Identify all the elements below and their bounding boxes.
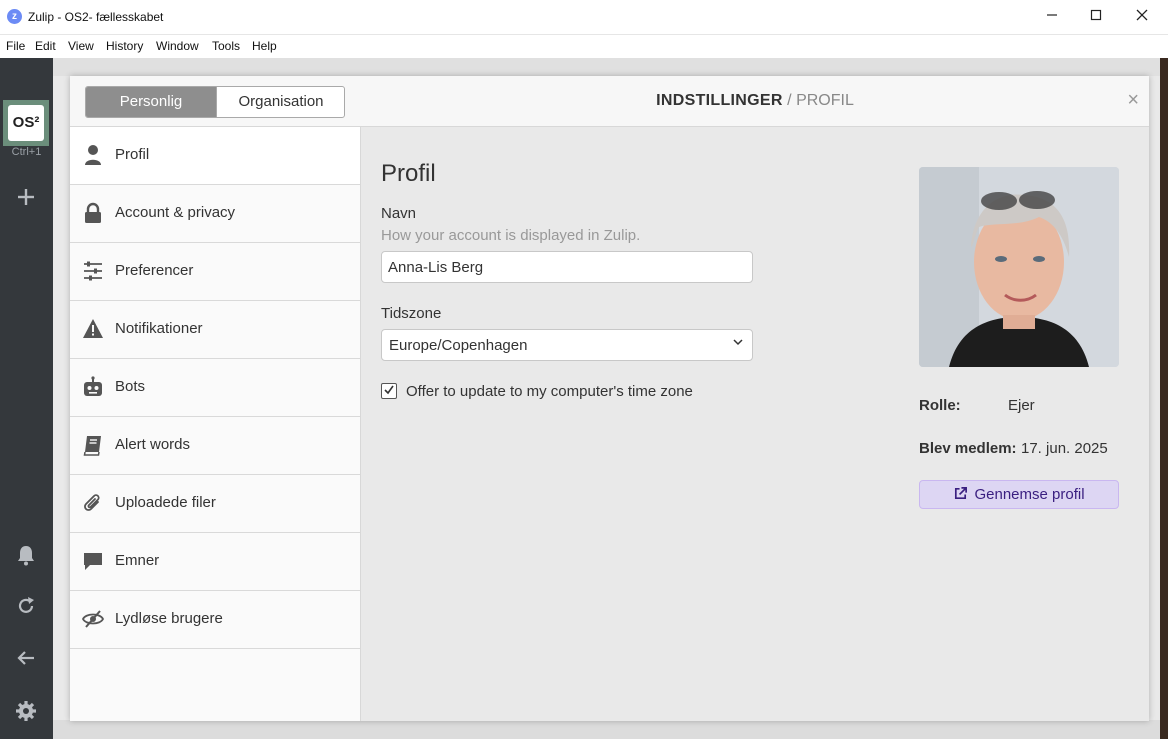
chevron-down-icon: [732, 336, 744, 351]
name-label: Navn: [381, 205, 417, 222]
comment-icon: [84, 553, 102, 570]
warning-icon: [83, 319, 103, 338]
window-title: Zulip - OS2- fællesskabet: [28, 10, 164, 24]
timezone-value: Europe/Copenhagen: [389, 337, 528, 354]
nav-item-lydlose-brugere[interactable]: Lydløse brugere: [70, 591, 360, 649]
modal-header: Personlig Organisation INDSTILLINGER / P…: [70, 76, 1149, 127]
book-icon: [83, 436, 101, 456]
nav-item-uploadede-filer[interactable]: Uploadede filer: [70, 475, 360, 533]
maximize-button[interactable]: [1074, 6, 1118, 28]
view-profile-label: Gennemse profil: [974, 486, 1085, 503]
menu-window[interactable]: Window: [156, 39, 199, 53]
settings-tab-switcher: Personlig Organisation: [85, 86, 345, 118]
minimize-button[interactable]: [1030, 6, 1074, 28]
nav-item-label: Emner: [115, 552, 160, 569]
plus-icon[interactable]: [14, 187, 38, 211]
modal-title-main: INDSTILLINGER: [656, 92, 783, 109]
window-titlebar: z Zulip - OS2- fællesskabet: [0, 0, 1168, 35]
modal-title-separator: /: [782, 92, 797, 109]
back-arrow-icon[interactable]: [14, 648, 38, 672]
menu-history[interactable]: History: [106, 39, 143, 53]
settings-modal: Personlig Organisation INDSTILLINGER / P…: [70, 76, 1149, 721]
menu-view[interactable]: View: [68, 39, 94, 53]
sliders-icon: [84, 261, 102, 281]
nav-item-label: Preferencer: [115, 262, 194, 279]
lock-icon: [85, 202, 101, 223]
org-logo: OS²: [8, 105, 44, 141]
external-link-icon: [955, 487, 968, 500]
user-icon: [85, 145, 101, 165]
close-window-button[interactable]: [1120, 6, 1164, 28]
gear-icon[interactable]: [14, 700, 38, 724]
joined-label: Blev medlem:: [919, 440, 1017, 457]
paperclip-icon: [84, 494, 100, 511]
menu-tools[interactable]: Tools: [212, 39, 240, 53]
nav-item-alert-words[interactable]: Alert words: [70, 417, 360, 475]
nav-item-label: Account & privacy: [115, 204, 236, 221]
settings-nav: Profil Account & privacy Preferencer Not…: [70, 127, 361, 721]
nav-item-notifikationer[interactable]: Notifikationer: [70, 301, 360, 359]
background-app-footer: [53, 720, 1168, 739]
close-icon: [1136, 9, 1148, 21]
org-shortcut-label: Ctrl+1: [11, 146, 42, 158]
role-label: Rolle:: [919, 397, 961, 414]
timezone-auto-update-label[interactable]: Offer to update to my computer's time zo…: [406, 383, 693, 400]
bell-icon[interactable]: [14, 544, 38, 568]
nav-item-label: Profil: [115, 146, 150, 163]
menu-help[interactable]: Help: [252, 39, 277, 53]
timezone-select[interactable]: Europe/Copenhagen: [381, 329, 753, 361]
nav-item-emner[interactable]: Emner: [70, 533, 360, 591]
role-value: Ejer: [1008, 397, 1035, 414]
tab-organisation[interactable]: Organisation: [216, 87, 344, 117]
nav-item-label: Uploadede filer: [115, 494, 216, 511]
org-switcher-tile[interactable]: OS²: [3, 100, 49, 146]
checkmark-icon: [384, 385, 394, 395]
view-profile-button[interactable]: Gennemse profil: [919, 480, 1119, 509]
background-app-header: [53, 58, 1168, 76]
nav-item-label: Bots: [115, 378, 146, 395]
server-sidebar: OS² Ctrl+1: [0, 58, 53, 739]
joined-value: 17. jun. 2025: [1021, 440, 1108, 457]
name-hint: How your account is displayed in Zulip.: [381, 227, 641, 244]
name-field[interactable]: [381, 251, 753, 283]
close-modal-button[interactable]: ×: [1127, 90, 1139, 110]
nav-item-profil[interactable]: Profil: [70, 127, 360, 185]
tab-personal[interactable]: Personlig: [86, 87, 216, 117]
profile-settings-panel: Profil Navn How your account is displaye…: [361, 127, 1149, 721]
section-title: Profil: [381, 160, 436, 187]
menubar: File Edit View History Window Tools Help: [0, 35, 1168, 58]
nav-item-bots[interactable]: Bots: [70, 359, 360, 417]
eye-slash-icon: [82, 610, 104, 628]
menu-file[interactable]: File: [6, 39, 25, 53]
nav-item-label: Alert words: [115, 436, 191, 453]
timezone-auto-update-checkbox[interactable]: [381, 383, 397, 399]
nav-item-preferencer[interactable]: Preferencer: [70, 243, 360, 301]
menu-edit[interactable]: Edit: [35, 39, 56, 53]
reload-icon[interactable]: [14, 596, 38, 620]
robot-icon: [84, 376, 102, 396]
desktop-edge: [1160, 58, 1168, 739]
avatar-photo: [919, 167, 1119, 367]
nav-item-label: Notifikationer: [115, 320, 203, 337]
nav-item-label: Lydløse brugere: [115, 610, 223, 627]
timezone-label: Tidszone: [381, 305, 442, 322]
avatar[interactable]: [919, 167, 1119, 367]
maximize-icon: [1090, 9, 1102, 21]
modal-title-sub: PROFIL: [796, 92, 854, 109]
minimize-icon: [1047, 14, 1057, 16]
zulip-icon: z: [7, 9, 22, 24]
nav-item-account-privacy[interactable]: Account & privacy: [70, 185, 360, 243]
